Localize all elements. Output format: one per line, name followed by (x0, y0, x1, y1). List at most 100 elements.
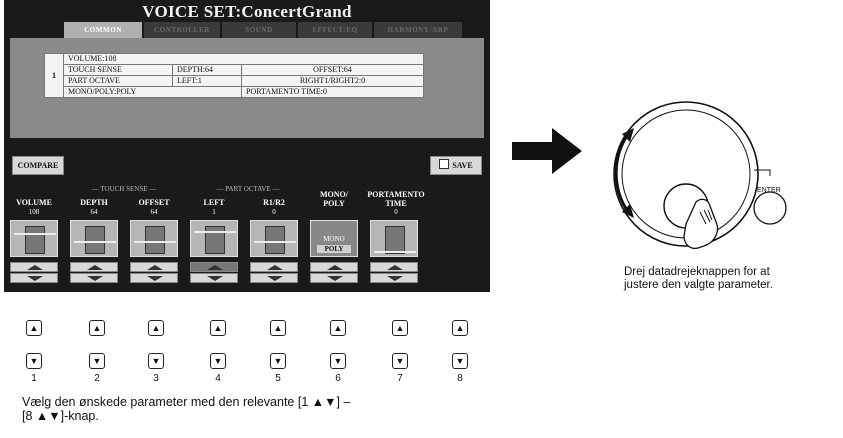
button-5-up[interactable]: ▲ (270, 320, 286, 336)
button-4-down[interactable]: ▼ (210, 353, 226, 369)
depth-up-arrow[interactable] (70, 262, 118, 272)
depth-down-arrow[interactable] (70, 273, 118, 283)
param-label-offset: OFFSET (138, 198, 170, 207)
param-value-portamento: 0 (394, 208, 398, 216)
summary-mono-poly: MONO/POLY:POLY (63, 86, 242, 98)
slider-handle[interactable] (134, 226, 176, 254)
param-label-portamento: PORTAMENTO TIME (366, 190, 426, 208)
mono-poly-up-arrow[interactable] (310, 262, 358, 272)
up-icon: ▲ (333, 323, 343, 333)
param-value-r1-r2: 0 (272, 208, 276, 216)
down-icon: ▼ (395, 356, 405, 366)
mono-poly-label-line1: MONO/ (320, 190, 348, 199)
summary-offset: OFFSET:64 (241, 64, 424, 76)
dial-caption-line1: Drej datadrejeknappen for at (624, 266, 770, 278)
offset-down-arrow[interactable] (130, 273, 178, 283)
button-6-up[interactable]: ▲ (330, 320, 346, 336)
up-icon: ▲ (213, 323, 223, 333)
portamento-up-arrow[interactable] (370, 262, 418, 272)
button-number: 1 (31, 373, 37, 384)
buttons-caption: Vælg den ønskede parameter med den relev… (22, 395, 492, 423)
param-value-volume: 108 (28, 208, 40, 216)
up-icon: ▲ (273, 323, 283, 333)
option-mono[interactable]: MONO (311, 235, 357, 243)
slider-handle[interactable] (254, 226, 296, 254)
mono-poly-selector[interactable]: MONO POLY (310, 220, 358, 257)
button-3-down[interactable]: ▼ (148, 353, 164, 369)
slider-handle[interactable] (74, 226, 116, 254)
down-icon: ▼ (29, 356, 39, 366)
summary-depth: DEPTH:64 (172, 64, 242, 76)
button-8-up[interactable]: ▲ (452, 320, 468, 336)
button-2-up[interactable]: ▲ (89, 320, 105, 336)
up-icon: ▲ (29, 323, 39, 333)
slider-r1-r2[interactable] (250, 220, 298, 257)
slider-offset[interactable] (130, 220, 178, 257)
row-number: 1 (44, 53, 64, 98)
param-value-depth: 64 (90, 208, 98, 216)
lcd-screen: VOICE SET:ConcertGrand COMMON CONTROLLER… (4, 0, 490, 292)
button-number: 4 (215, 373, 221, 384)
offset-up-arrow[interactable] (130, 262, 178, 272)
tab-sound[interactable]: SOUND (222, 22, 296, 38)
slider-portamento[interactable] (370, 220, 418, 257)
tab-effect-eq[interactable]: EFFECT/EQ (298, 22, 372, 38)
enter-label: ENTER (757, 187, 781, 194)
tab-harmony-arp[interactable]: HARMONY/ARP (374, 22, 462, 38)
button-number: 8 (457, 373, 463, 384)
button-2-down[interactable]: ▼ (89, 353, 105, 369)
buttons-caption-line2: [8 ▲▼]-knap. (22, 409, 99, 423)
portamento-label-line2: TIME (385, 199, 407, 208)
param-label-depth: DEPTH (80, 198, 108, 207)
button-1-up[interactable]: ▲ (26, 320, 42, 336)
slider-depth[interactable] (70, 220, 118, 257)
portamento-down-arrow[interactable] (370, 273, 418, 283)
tab-common[interactable]: COMMON (64, 22, 142, 38)
summary-volume: VOLUME:108 (63, 53, 424, 65)
screen-title: VOICE SET:ConcertGrand (142, 2, 352, 21)
portamento-label-line1: PORTAMENTO (367, 190, 425, 199)
slider-volume[interactable] (10, 220, 58, 257)
section-part-octave-label: PART OCTAVE (225, 185, 271, 193)
param-label-mono-poly: MONO/POLY (310, 190, 358, 208)
button-5-down[interactable]: ▼ (270, 353, 286, 369)
tab-controller[interactable]: CONTROLLER (144, 22, 220, 38)
volume-up-arrow[interactable] (10, 262, 58, 272)
buttons-caption-line1: Vælg den ønskede parameter med den relev… (22, 395, 351, 409)
mono-poly-down-arrow[interactable] (310, 273, 358, 283)
mono-poly-label-line2: POLY (323, 199, 345, 208)
slider-handle[interactable] (14, 226, 56, 254)
save-button[interactable]: SAVE (430, 156, 482, 175)
option-poly[interactable]: POLY (317, 245, 351, 253)
up-icon: ▲ (151, 323, 161, 333)
volume-down-arrow[interactable] (10, 273, 58, 283)
button-1-down[interactable]: ▼ (26, 353, 42, 369)
summary-portamento: PORTAMENTO TIME:0 (241, 86, 424, 98)
button-8-down[interactable]: ▼ (452, 353, 468, 369)
left-down-arrow[interactable] (190, 273, 238, 283)
slider-handle[interactable] (194, 226, 236, 254)
compare-button[interactable]: COMPARE (12, 156, 64, 175)
disk-icon (439, 159, 450, 169)
button-7-down[interactable]: ▼ (392, 353, 408, 369)
up-icon: ▲ (92, 323, 102, 333)
button-3-up[interactable]: ▲ (148, 320, 164, 336)
section-touch-sense: — TOUCH SENSE — (91, 185, 157, 193)
left-up-arrow[interactable] (190, 262, 238, 272)
button-number: 3 (153, 373, 159, 384)
button-4-up[interactable]: ▲ (210, 320, 226, 336)
r1-r2-up-arrow[interactable] (250, 262, 298, 272)
r1-r2-down-arrow[interactable] (250, 273, 298, 283)
slider-left[interactable] (190, 220, 238, 257)
section-touch-sense-label: TOUCH SENSE (100, 185, 148, 193)
down-icon: ▼ (273, 356, 283, 366)
up-icon: ▲ (455, 323, 465, 333)
button-6-down[interactable]: ▼ (330, 353, 346, 369)
param-label-left: LEFT (203, 198, 225, 207)
enter-button[interactable] (753, 191, 787, 225)
slider-handle[interactable] (374, 226, 416, 254)
button-7-up[interactable]: ▲ (392, 320, 408, 336)
summary-left: LEFT:1 (172, 75, 242, 87)
down-icon: ▼ (92, 356, 102, 366)
right-arrow-icon (512, 128, 582, 174)
